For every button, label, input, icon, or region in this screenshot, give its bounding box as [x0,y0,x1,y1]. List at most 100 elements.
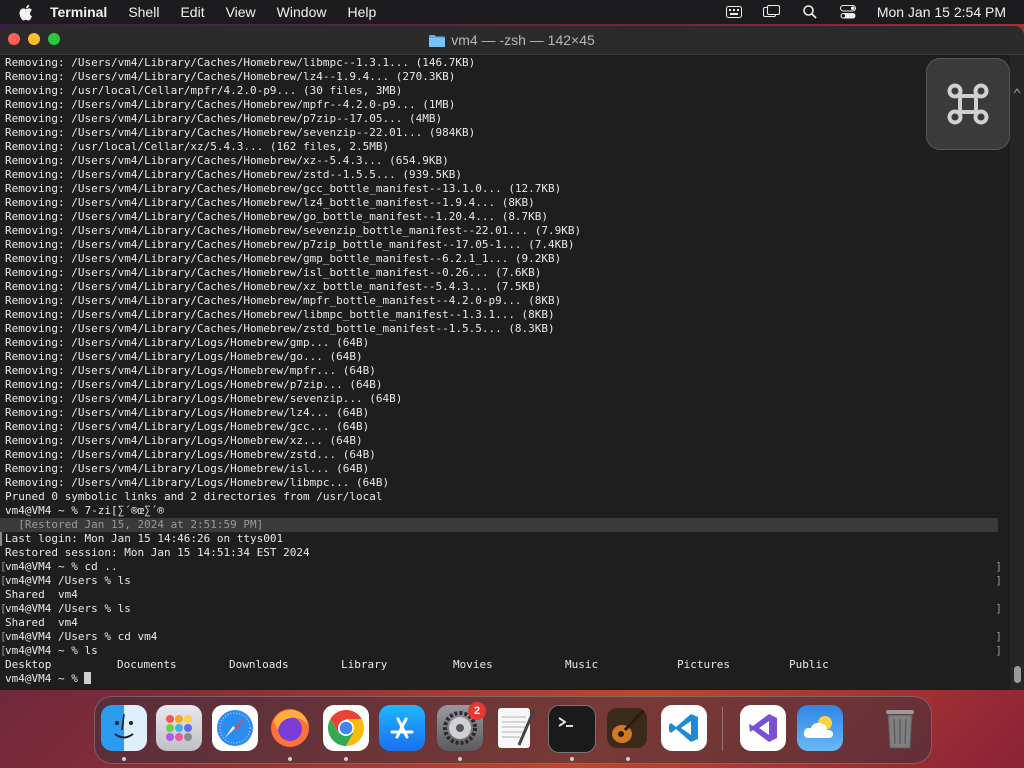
terminal-window: vm4 — -zsh — 142×45 Removing: /Users/vm4… [0,26,1024,690]
title-bar[interactable]: vm4 — -zsh — 142×45 [0,26,1024,55]
dock-vscode-icon[interactable] [661,705,707,751]
garageband-running-dot [626,757,630,761]
chrome-running-dot [344,757,348,761]
restored-session-line: Restored session: Mon Jan 15 14:51:34 ES… [5,546,310,559]
dock-finder-icon[interactable] [101,705,147,751]
command-output: Removing: /Users/vm4/Library/Caches/Home… [0,56,1010,518]
output-line: Removing: /Users/vm4/Library/Caches/Home… [5,322,555,335]
menu-window[interactable]: Window [277,4,327,20]
ls-entry: Documents [117,658,177,671]
dock-weather-icon[interactable] [797,705,843,751]
menu-clock[interactable]: Mon Jan 15 2:54 PM [877,4,1006,20]
menu-edit[interactable]: Edit [180,4,204,20]
terminal-content[interactable]: Removing: /Users/vm4/Library/Caches/Home… [0,55,1010,690]
session-history: vm4@VM4 ~ % cd ..vm4@VM4 /Users % lsShar… [0,560,1010,658]
command-line: vm4@VM4 ~ % ls [0,644,1010,658]
menu-view[interactable]: View [226,4,256,20]
scrollbar-thumb[interactable] [1014,666,1021,683]
dock-chrome-icon[interactable] [323,705,369,751]
output-line: Removing: /Users/vm4/Library/Logs/Homebr… [5,448,376,461]
output-line: Removing: /Users/vm4/Library/Logs/Homebr… [5,420,370,433]
window-title: vm4 — -zsh — 142×45 [0,26,1024,54]
dock-visual-studio-icon[interactable] [740,705,786,751]
terminal-running-dot [570,757,574,761]
output-line: Removing: /usr/local/Cellar/xz/5.4.3... … [5,140,390,153]
output-line: Removing: /Users/vm4/Library/Caches/Home… [5,252,562,265]
output-line: Removing: /usr/local/Cellar/mpfr/4.2.0-p… [5,84,403,97]
restored-banner: [Restored Jan 15, 2024 at 2:51:59 PM] [0,518,998,532]
dock-firefox-icon[interactable] [267,705,313,751]
control-center-icon[interactable] [839,5,857,19]
output-line: Removing: /Users/vm4/Library/Caches/Home… [5,56,476,69]
output-line: Removing: /Users/vm4/Library/Caches/Home… [5,294,562,307]
dock-garageband-icon[interactable] [604,705,650,751]
menu-shell[interactable]: Shell [128,4,159,20]
dock-safari-icon[interactable] [212,705,258,751]
output-line: Shared vm4 [5,616,78,629]
output-line: Removing: /Users/vm4/Library/Caches/Home… [5,126,476,139]
output-line: Removing: /Users/vm4/Library/Caches/Home… [5,154,449,167]
output-line: Removing: /Users/vm4/Library/Logs/Homebr… [5,434,363,447]
shell-prompt: vm4@VM4 ~ % [5,672,85,685]
command-line: vm4@VM4 ~ % cd .. [0,560,1010,574]
ls-entry: Downloads [229,658,289,671]
command-line: vm4@VM4 /Users % ls [0,602,1010,616]
output-line: Removing: /Users/vm4/Library/Caches/Home… [5,280,542,293]
text-cursor [84,672,92,684]
dock-terminal-icon[interactable] [548,705,596,753]
ls-entry: Movies [453,658,493,671]
output-line: Removing: /Users/vm4/Library/Logs/Homebr… [5,350,363,363]
ls-entry: Pictures [677,658,730,671]
output-line: Removing: /Users/vm4/Library/Logs/Homebr… [5,406,370,419]
apple-menu-icon[interactable] [18,3,36,21]
output-line: Removing: /Users/vm4/Library/Caches/Home… [5,182,562,195]
screen-mirroring-icon[interactable] [762,5,781,19]
dock-trash-icon[interactable] [877,705,923,751]
dock-app-store-icon[interactable] [379,705,425,751]
finder-running-dot [122,757,126,761]
ls-output-row: Desktop Documents Downloads Library Movies Mu… [0,658,1010,672]
ls-entry: Music [565,658,599,671]
folder-icon [429,34,446,47]
output-line: Removing: /Users/vm4/Library/Caches/Home… [5,196,535,209]
menu-help[interactable]: Help [347,4,376,20]
output-line: Removing: /Users/vm4/Library/Caches/Home… [5,70,456,83]
output-line: Removing: /Users/vm4/Library/Logs/Homebr… [5,336,370,349]
output-line: Removing: /Users/vm4/Library/Caches/Home… [5,210,549,223]
ls-entry: Library [341,658,388,671]
command-line: vm4@VM4 /Users % ls [0,574,1010,588]
output-line: Removing: /Users/vm4/Library/Caches/Home… [5,168,462,181]
output-line: Removing: /Users/vm4/Library/Caches/Home… [5,98,456,111]
output-line: Removing: /Users/vm4/Library/Caches/Home… [5,308,555,321]
command-line: vm4@VM4 /Users % cd vm4 [0,630,1010,644]
dock-textedit-icon[interactable] [493,705,539,751]
command-key-hud [926,58,1010,150]
command-key-icon [947,83,989,125]
output-line: Removing: /Users/vm4/Library/Logs/Homebr… [5,364,376,377]
output-line: Removing: /Users/vm4/Library/Logs/Homebr… [5,378,383,391]
dock-launchpad-icon[interactable] [156,705,202,751]
output-line: Removing: /Users/vm4/Library/Caches/Home… [5,112,443,125]
spotlight-search-icon[interactable] [801,5,819,19]
output-line: Pruned 0 symbolic links and 2 directorie… [5,490,383,503]
scroll-up-arrow-icon[interactable] [1013,87,1021,95]
ls-entry: Public [789,658,829,671]
output-line: vm4@VM4 ~ % 7-zi[∑´®œ∑´® [5,504,164,517]
output-line: Removing: /Users/vm4/Library/Logs/Homebr… [5,476,390,489]
output-line: Removing: /Users/vm4/Library/Caches/Home… [5,266,542,279]
menu-bar: Terminal Shell Edit View Window Help Mon… [0,0,1024,24]
vertical-scrollbar[interactable] [1010,55,1024,690]
firefox-running-dot [288,757,292,761]
output-line: Removing: /Users/vm4/Library/Caches/Home… [5,224,582,237]
last-login-line: Last login: Mon Jan 15 14:46:26 on ttys0… [0,532,1010,546]
current-prompt-line[interactable]: vm4@VM4 ~ % [0,672,1010,686]
output-line: Shared vm4 [5,588,78,601]
keyboard-input-icon[interactable] [725,5,743,19]
menu-app-terminal[interactable]: Terminal [50,4,107,20]
ls-entry: Desktop [5,658,52,671]
dock [94,696,932,764]
window-title-text: vm4 — -zsh — 142×45 [451,32,595,48]
dock-separator [722,707,723,751]
output-line: Removing: /Users/vm4/Library/Logs/Homebr… [5,392,403,405]
output-line: Removing: /Users/vm4/Library/Logs/Homebr… [5,462,370,475]
